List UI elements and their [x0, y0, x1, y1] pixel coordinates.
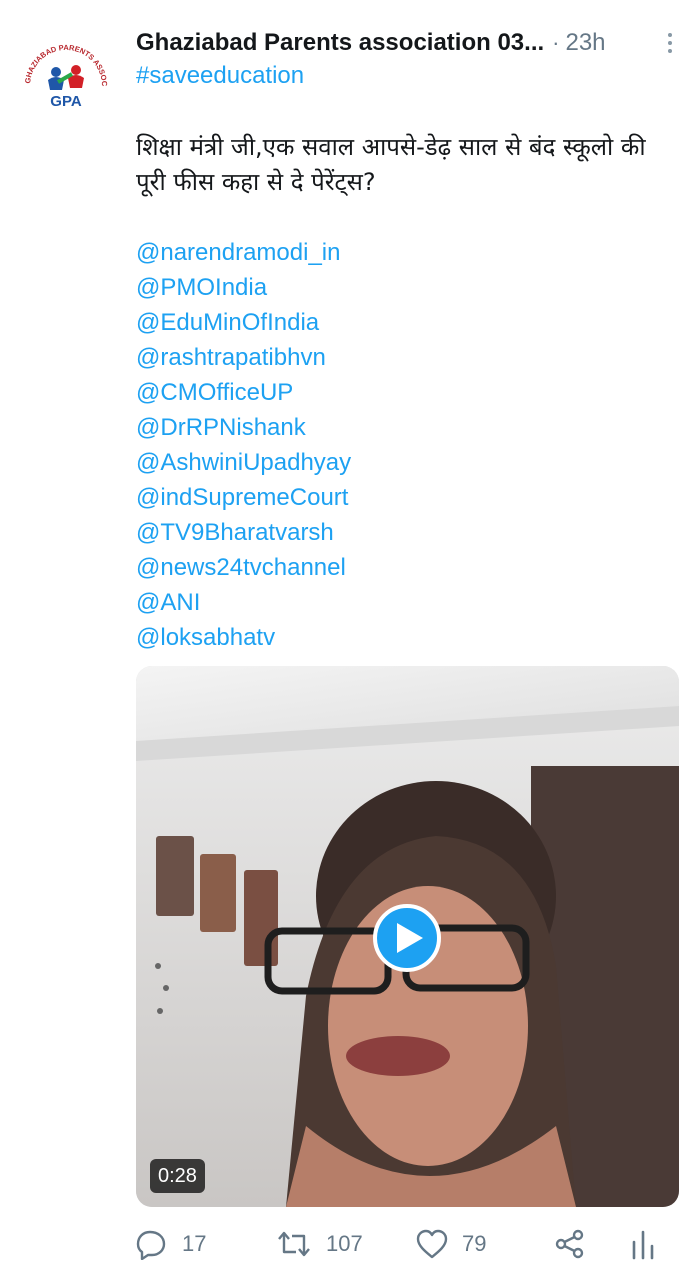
mention-link[interactable]: @CMOfficeUP	[136, 375, 676, 410]
more-options-icon[interactable]	[656, 28, 684, 58]
play-button[interactable]	[373, 904, 441, 972]
hashtag-link[interactable]: #saveeducation	[136, 62, 304, 90]
play-icon	[396, 923, 423, 953]
tweet-text: शिक्षा मंत्री जी,एक सवाल आपसे-डेढ़ साल स…	[136, 133, 646, 196]
mention-link[interactable]: @indSupremeCourt	[136, 480, 676, 515]
timestamp[interactable]: 23h	[565, 29, 605, 57]
mention-link[interactable]: @DrRPNishank	[136, 410, 676, 445]
reply-button[interactable]: 17	[136, 1222, 206, 1266]
tweet-header: Ghaziabad Parents association 03... · 23…	[136, 26, 684, 60]
tweet-actions: 17 107 79	[136, 1222, 666, 1266]
share-button[interactable]	[554, 1222, 586, 1266]
mention-link[interactable]: @rashtrapatibhvn	[136, 340, 676, 375]
like-button[interactable]: 79	[416, 1222, 486, 1266]
retweet-icon	[278, 1231, 310, 1257]
retweet-button[interactable]: 107	[276, 1222, 363, 1266]
mention-link[interactable]: @ANI	[136, 585, 676, 620]
mention-link[interactable]: @narendramodi_in	[136, 235, 676, 270]
mention-link[interactable]: @AshwiniUpadhyay	[136, 445, 676, 480]
heart-icon	[416, 1229, 448, 1259]
analytics-icon	[632, 1230, 654, 1260]
reply-count: 17	[182, 1231, 207, 1256]
mention-link[interactable]: @EduMinOfIndia	[136, 305, 676, 340]
avatar-logo-text: GPA	[50, 93, 82, 110]
mention-link[interactable]: @TV9Bharatvarsh	[136, 515, 676, 550]
video-player[interactable]: 0:28	[136, 666, 679, 1207]
mention-link[interactable]: @PMOIndia	[136, 270, 676, 305]
separator-dot: ·	[552, 30, 560, 55]
retweet-count: 107	[326, 1231, 363, 1256]
analytics-button[interactable]	[630, 1222, 656, 1266]
mention-list: @narendramodi_in @PMOIndia @EduMinOfIndi…	[136, 235, 676, 655]
like-count: 79	[462, 1231, 487, 1256]
mention-link[interactable]: @news24tvchannel	[136, 550, 676, 585]
reply-icon	[136, 1230, 166, 1260]
tweet[interactable]: GHAZIABAD PARENTS ASSOCIATION GPA Ghazia…	[0, 0, 700, 1280]
gpa-logo-icon: GHAZIABAD PARENTS ASSOCIATION GPA	[18, 28, 112, 122]
author-name[interactable]: Ghaziabad Parents association 03...	[136, 29, 544, 57]
mention-link[interactable]: @loksabhatv	[136, 620, 676, 655]
share-icon	[555, 1229, 584, 1259]
video-duration: 0:28	[150, 1159, 205, 1193]
avatar[interactable]: GHAZIABAD PARENTS ASSOCIATION GPA	[18, 28, 114, 124]
